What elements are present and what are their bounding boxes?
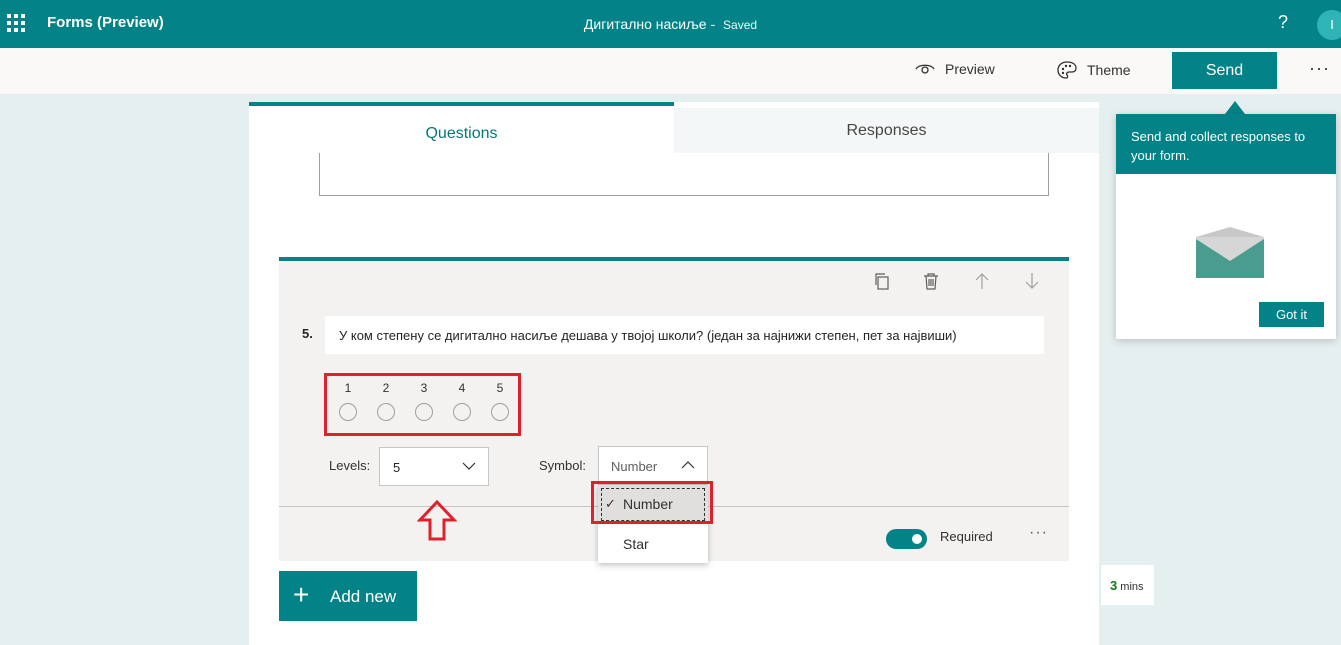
rating-label: 2 xyxy=(382,381,390,395)
chevron-up-icon xyxy=(681,461,695,469)
rating-radio[interactable] xyxy=(339,403,357,421)
theme-label: Theme xyxy=(1087,62,1131,78)
tab-questions[interactable]: Questions xyxy=(249,102,674,153)
add-new-label: Add new xyxy=(330,587,397,606)
question-more-icon[interactable]: ··· xyxy=(1029,524,1048,542)
required-toggle[interactable] xyxy=(886,529,927,549)
preview-label: Preview xyxy=(945,61,995,77)
eye-icon xyxy=(915,64,935,74)
option-label: Star xyxy=(623,536,649,552)
palette-icon xyxy=(1057,61,1077,79)
move-down-icon[interactable] xyxy=(1023,272,1041,290)
question-number: 5. xyxy=(302,326,313,341)
rating-label: 3 xyxy=(420,381,428,395)
send-button[interactable]: Send xyxy=(1172,52,1277,89)
levels-label: Levels: xyxy=(329,458,371,473)
got-it-button[interactable]: Got it xyxy=(1259,302,1324,327)
rating-label: 5 xyxy=(496,381,504,395)
copy-icon[interactable] xyxy=(873,272,891,290)
rating-label: 1 xyxy=(344,381,352,395)
callout-text: Send and collect responses to your form. xyxy=(1116,114,1336,174)
required-label: Required xyxy=(940,529,993,544)
send-teaching-callout: Send and collect responses to your form.… xyxy=(1116,114,1336,339)
rating-radio[interactable] xyxy=(415,403,433,421)
question-title-input[interactable]: У ком степену се дигитално насиље дешава… xyxy=(325,316,1044,354)
time-estimate: 3 mins xyxy=(1101,565,1154,605)
symbol-dropdown[interactable]: Number xyxy=(598,446,708,485)
rating-radio[interactable] xyxy=(377,403,395,421)
theme-button[interactable]: Theme xyxy=(1057,61,1131,79)
help-icon[interactable]: ? xyxy=(1278,12,1288,33)
envelope-icon xyxy=(1196,227,1264,278)
rating-radio[interactable] xyxy=(491,403,509,421)
preview-button[interactable]: Preview xyxy=(915,61,995,77)
rating-radio[interactable] xyxy=(453,403,471,421)
command-bar xyxy=(0,48,1341,94)
title-separator: - xyxy=(710,16,716,32)
document-title: Дигитално насиље - Saved xyxy=(0,16,1341,32)
more-options-icon[interactable]: ··· xyxy=(1309,58,1330,79)
save-status: Saved xyxy=(723,18,758,32)
tab-responses[interactable]: Responses xyxy=(674,108,1099,153)
app-bar: Forms (Preview) Дигитално насиље - Saved… xyxy=(0,0,1341,48)
symbol-option-star[interactable]: Star xyxy=(598,525,708,564)
form-name[interactable]: Дигитално насиље xyxy=(584,16,707,32)
annotation-arrow-icon xyxy=(417,500,457,541)
levels-dropdown[interactable]: 5 xyxy=(379,447,489,486)
add-new-button[interactable]: + Add new xyxy=(279,571,417,621)
symbol-label: Symbol: xyxy=(539,458,586,473)
delete-icon[interactable] xyxy=(922,272,940,290)
callout-beak xyxy=(1225,101,1245,114)
symbol-value: Number xyxy=(611,459,658,474)
levels-value: 5 xyxy=(393,460,401,475)
move-up-icon[interactable] xyxy=(973,272,991,290)
time-unit: mins xyxy=(1120,581,1144,593)
previous-question-box[interactable] xyxy=(319,153,1049,196)
chevron-down-icon xyxy=(462,462,476,470)
plus-icon: + xyxy=(293,579,310,610)
time-value: 3 xyxy=(1110,578,1118,593)
option-highlight xyxy=(591,481,713,524)
rating-label: 4 xyxy=(458,381,466,395)
avatar[interactable]: I xyxy=(1317,10,1341,40)
